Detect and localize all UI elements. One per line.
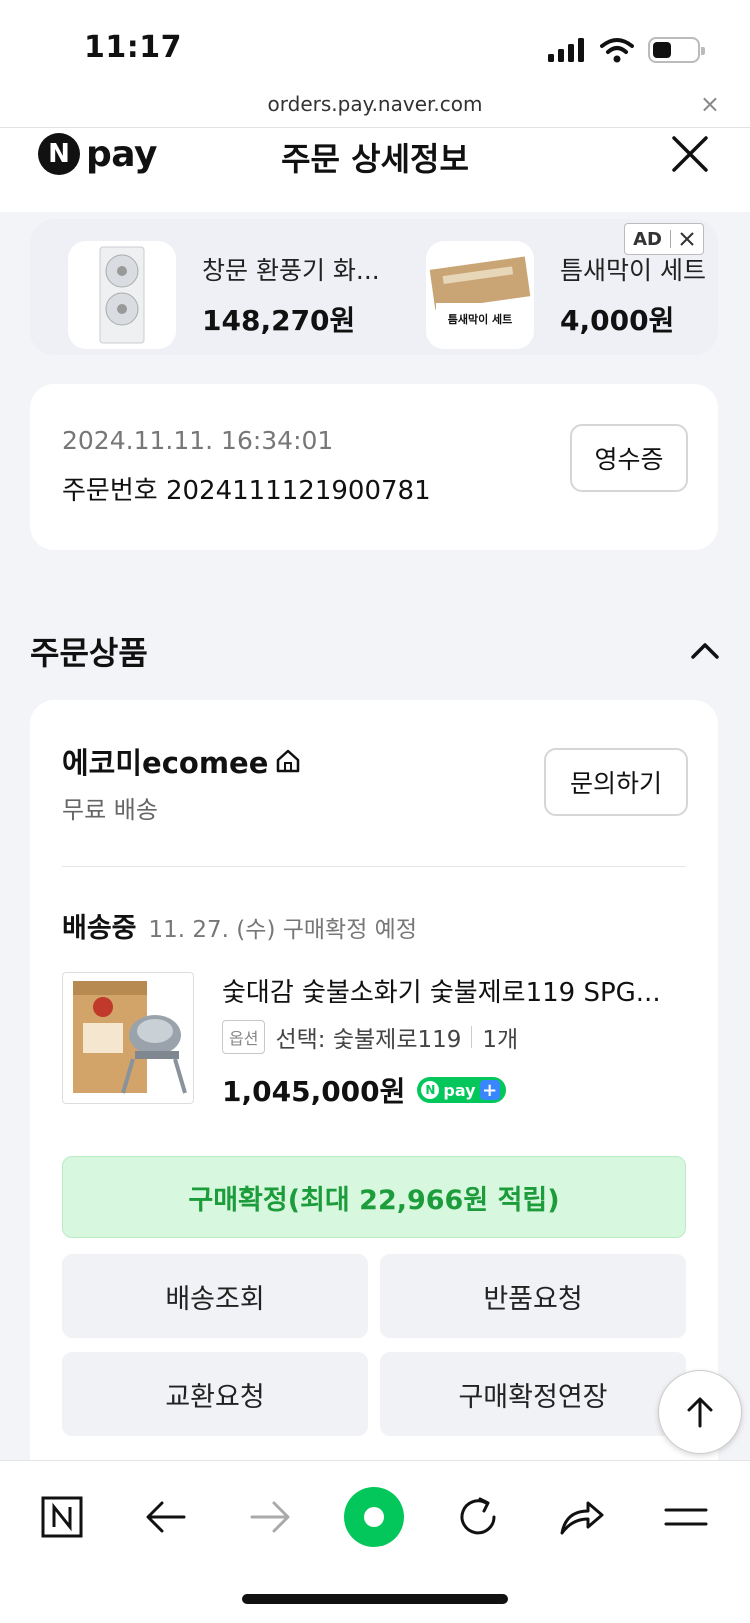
naver-green-dot-icon[interactable] [342, 1485, 406, 1549]
chevron-up-icon[interactable] [690, 640, 720, 660]
url-text[interactable]: orders.pay.naver.com [0, 92, 750, 116]
ad-item[interactable]: 창문 환풍기 화... 148,270원 [68, 241, 380, 349]
gap-blocker-set-product-image: 틈새막이 세트 [426, 241, 534, 349]
order-info-card: 2024.11.11. 16:34:01 주문번호 20241111219007… [30, 384, 718, 550]
product-name[interactable]: 숯대감 숯불소화기 숯불제로119 SPG... [222, 972, 692, 1009]
ad-thumb-title: 틈새막이 세트 [447, 313, 513, 326]
wifi-icon [600, 38, 634, 63]
browser-url-bar: orders.pay.naver.com × [0, 88, 750, 128]
menu-icon[interactable] [660, 1491, 712, 1543]
status-time: 11:17 [84, 30, 182, 65]
purchase-confirm-button[interactable]: 구매확정(최대 22,966원 적립) [62, 1156, 686, 1238]
window-fan-product-image [68, 241, 176, 349]
back-arrow-icon[interactable] [140, 1491, 192, 1543]
shipping-fee: 무료 배송 [62, 796, 158, 824]
product-option: 옵션 선택: 숯불제로119 1개 [222, 1020, 518, 1054]
refresh-icon[interactable] [452, 1491, 504, 1543]
option-tag: 옵션 [222, 1020, 266, 1054]
receipt-button[interactable]: 영수증 [570, 424, 688, 492]
close-icon[interactable] [668, 132, 712, 176]
store-name-text: 에코미ecomee [62, 746, 269, 780]
product-price-row: 1,045,000원 N pay + [222, 1070, 506, 1110]
npay-plus-label: pay [443, 1080, 476, 1100]
status-bar: 11:17 [0, 0, 750, 88]
naver-n-icon: N [421, 1081, 440, 1099]
arrow-up-icon [687, 1397, 713, 1428]
app-header: N pay 주문 상세정보 [0, 128, 750, 212]
home-icon [277, 749, 300, 773]
naver-home-icon[interactable] [36, 1491, 88, 1543]
home-indicator [242, 1594, 508, 1604]
inquiry-button[interactable]: 문의하기 [544, 748, 688, 816]
product-quantity: 1개 [482, 1027, 519, 1053]
track-shipment-button[interactable]: 배송조회 [62, 1254, 368, 1338]
order-number: 주문번호 2024111121900781 [62, 476, 431, 506]
ad-carousel[interactable]: 창문 환풍기 화... 148,270원 틈새막이 세트 틈새막이 세트 4,0… [30, 219, 718, 355]
shipment-status-label: 배송중 [62, 913, 137, 944]
exchange-request-button[interactable]: 교환요청 [62, 1352, 368, 1436]
return-request-button[interactable]: 반품요청 [380, 1254, 686, 1338]
shipment-status: 배송중 11. 27. (수) 구매확정 예정 [62, 906, 417, 945]
ad-close-icon[interactable] [679, 231, 695, 247]
store-name[interactable]: 에코미ecomee [62, 740, 302, 782]
ad-item[interactable]: 틈새막이 세트 틈새막이 세트 4,000원 [426, 241, 706, 349]
ad-product-price: 148,270원 [202, 304, 356, 337]
section-title: 주문상품 [30, 634, 148, 672]
scroll-to-top-button[interactable] [658, 1370, 742, 1454]
ad-product-name: 틈새막이 세트 [560, 256, 706, 285]
option-value: 선택: 숯불제로119 [275, 1027, 462, 1053]
forward-arrow-icon[interactable] [244, 1491, 296, 1543]
ad-label: AD [633, 228, 662, 250]
purchase-confirm-eta: 11. 27. (수) 구매확정 예정 [148, 917, 417, 943]
product-image[interactable] [62, 972, 194, 1104]
url-close-icon[interactable]: × [700, 90, 720, 118]
cellular-signal-icon [548, 38, 586, 62]
share-icon[interactable] [556, 1491, 608, 1543]
plus-icon: + [479, 1080, 500, 1101]
product-price: 1,045,000원 [222, 1075, 406, 1108]
order-datetime: 2024.11.11. 16:34:01 [62, 426, 334, 455]
npay-plus-badge: N pay + [417, 1077, 506, 1103]
ad-product-name: 창문 환풍기 화... [202, 256, 380, 285]
ad-badge[interactable]: AD [624, 223, 704, 255]
ad-product-price: 4,000원 [560, 304, 675, 337]
page-title: 주문 상세정보 [281, 140, 469, 178]
order-product-card: 에코미ecomee 무료 배송 문의하기 배송중 11. 27. (수) 구매확… [30, 700, 718, 1500]
extend-confirm-button[interactable]: 구매확정연장 [380, 1352, 686, 1436]
battery-icon [648, 37, 705, 63]
divider [62, 866, 686, 867]
